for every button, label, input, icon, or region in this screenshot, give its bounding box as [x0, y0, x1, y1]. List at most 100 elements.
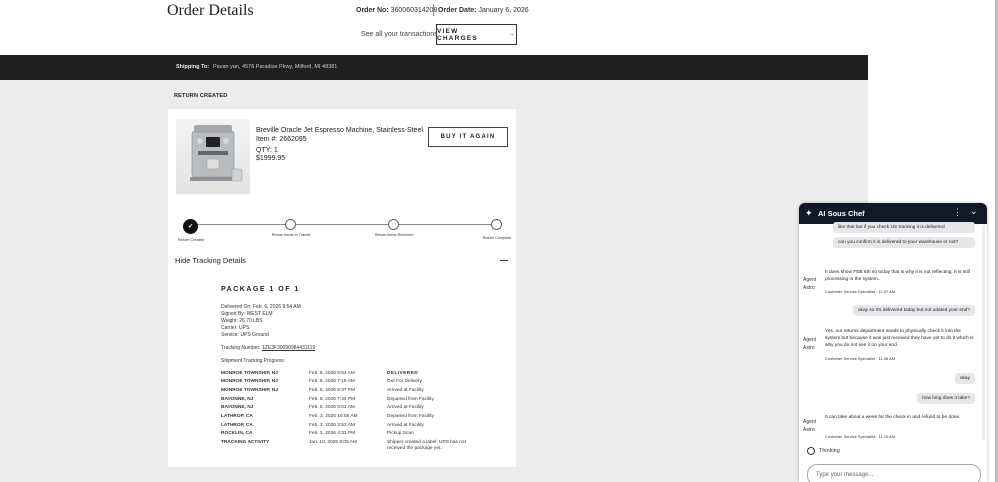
shipping-address: Pavan yan, 4576 Paradise Pkwy, Milford, … — [213, 64, 338, 70]
view-charges-label: VIEW CHARGES — [437, 27, 478, 42]
step-pending-dot — [491, 219, 502, 230]
event-time: Feb. 3, 2026 3:53 AM — [309, 423, 355, 428]
tracking-number-row: Tracking Number: 1ZE3F30090984431119 — [221, 345, 315, 351]
product-qty: QTY: 1 — [256, 147, 278, 154]
product-price: $1999.95 — [256, 155, 286, 162]
agent-message: Yes, our returns department needs to phy… — [825, 329, 974, 348]
chat-header: ✦ AI Sous Chef ⋮ ⌄ — [799, 203, 987, 224]
event-time: Feb. 5, 2026 8:37 PM — [309, 388, 356, 393]
collapse-minus-icon[interactable] — [500, 260, 508, 261]
chat-scrollbar[interactable] — [982, 225, 985, 440]
agent-message: It can take about a week for the check i… — [825, 415, 961, 420]
step-label-received: Return Items Received — [374, 233, 414, 237]
return-status-label: RETURN CREATED — [174, 93, 228, 99]
event-description: Shipper created a label, UPS has not rec… — [387, 440, 466, 451]
product-title[interactable]: Breville Oracle Jet Espresso Machine, St… — [256, 127, 426, 144]
order-date: Order Date: January 6, 2026 — [438, 7, 529, 14]
event-time: Feb. 3, 2026 10:58 AM — [309, 414, 358, 419]
step-done-check-icon: ✔ — [183, 219, 198, 234]
chat-widget: ✦ AI Sous Chef ⋮ ⌄ like that but if you … — [799, 203, 987, 482]
agent-meta: Customer Service Specialist · 11:08 AM — [825, 356, 896, 361]
agent-avatar: Agent Astro — [803, 419, 817, 433]
order-number: Order No: 360060314208 — [356, 7, 437, 14]
page-title: Order Details — [167, 2, 254, 19]
chat-message-input[interactable]: Type your message... — [807, 464, 981, 482]
hide-tracking-toggle[interactable]: Hide Tracking Details — [175, 256, 246, 265]
order-number-label: Order No: — [356, 7, 389, 14]
shipping-label: Shipping To: — [176, 64, 210, 70]
agent-avatar: Agent Astro — [803, 337, 817, 351]
event-location: Tracking Activity — [221, 440, 270, 445]
package-info: Delivered On: Feb. 6, 2026 9:54 AM Signe… — [221, 304, 301, 339]
event-location: BAYONNE, NJ — [221, 397, 254, 402]
event-description: Arrived at Facility — [387, 405, 424, 410]
event-description: Departed from Facility — [387, 397, 434, 402]
package-title: PACKAGE 1 OF 1 — [221, 286, 300, 293]
event-time: Feb. 6, 2026 9:54 AM — [309, 371, 355, 376]
user-message: can you confirm it is delivered to your … — [833, 237, 975, 248]
thinking-indicator: Thinking — [807, 447, 840, 455]
product-name[interactable]: Breville Oracle Jet Espresso Machine, St… — [256, 127, 426, 136]
event-description: Departed from Facility — [387, 414, 434, 419]
step-pending-dot — [285, 219, 296, 230]
event-location: LATHROP, CA — [221, 423, 253, 428]
user-message: like that but if you check US tracking i… — [833, 222, 975, 233]
step-pending-dot — [388, 219, 399, 230]
more-options-icon[interactable]: ⋮ — [953, 207, 962, 218]
event-time: Jan. 10, 2026 9:05 AM — [309, 440, 358, 445]
event-description: Arrived at Facility — [387, 423, 424, 428]
thinking-label: Thinking — [819, 448, 840, 454]
event-location: LATHROP, CA — [221, 414, 253, 419]
service: Service: UPS Ground — [221, 332, 269, 339]
product-qty-price: QTY: 1 $1999.95 — [256, 147, 285, 163]
tracking-number-link[interactable]: 1ZE3F30090984431119 — [262, 345, 315, 351]
event-location: MONROE TOWNSHIP, NJ — [221, 371, 278, 376]
return-card: Breville Oracle Jet Espresso Machine, St… — [168, 109, 516, 467]
see-all-transactions-text: See all your transactions — [361, 31, 438, 38]
event-location: BAYONNE, NJ — [221, 405, 254, 410]
signed-by: Signed By: WEST ELM — [221, 311, 273, 318]
event-time: Feb. 5, 2026 7:44 PM — [309, 397, 356, 402]
divider — [433, 4, 434, 16]
shipment-progress-label: Shipment Tracking Progress: — [221, 358, 286, 364]
event-description: Out For Delivery — [387, 379, 422, 384]
step-label-return-created: Return Created — [178, 238, 204, 242]
agent-meta: Customer Service Specialist · 11:10 AM — [825, 434, 896, 439]
user-message: okay so it's delivered today but not uda… — [852, 305, 975, 316]
order-number-value: 360060314208 — [390, 7, 438, 14]
event-time: Feb. 5, 2026 9:01 AM — [309, 405, 355, 410]
step-label-in-transit: Return Items In Transit — [271, 233, 311, 237]
minimize-chevron-icon[interactable]: ⌄ — [970, 206, 978, 217]
user-message: how long does it take? — [917, 393, 975, 404]
buy-again-button[interactable]: BUY IT AGAIN — [428, 127, 508, 147]
event-location: ROCKLIN, CA — [221, 431, 253, 436]
step-label-complete: Return Complete — [482, 236, 512, 240]
user-message: okay — [954, 373, 975, 384]
agent-avatar: Agent Astro — [803, 277, 817, 291]
tracking-number-label: Tracking Number: — [221, 345, 261, 351]
view-charges-button[interactable]: VIEW CHARGES → — [436, 24, 517, 45]
event-description: DELIVERED — [387, 371, 419, 376]
top-header: Order Details Order No: 360060314208 Ord… — [0, 0, 998, 55]
delivered-on: Delivered On: Feb. 6, 2026 9:54 AM — [221, 304, 301, 310]
event-location: MONROE TOWNSHIP, NJ — [221, 379, 278, 384]
thinking-icon — [807, 447, 815, 455]
shipping-bar: Shipping To: Pavan yan, 4576 Paradise Pk… — [0, 55, 868, 80]
event-description: Arrived at Facility — [387, 388, 424, 393]
event-description: Pickup Scan — [387, 431, 414, 436]
agent-meta: Customer Service Specialist · 11:07 AM — [825, 289, 896, 294]
event-time: Feb. 2, 2026 4:31 PM — [309, 431, 356, 436]
sparkle-icon: ✦ — [805, 208, 813, 218]
chat-title: AI Sous Chef — [818, 209, 865, 218]
espresso-machine-icon — [190, 125, 243, 182]
event-location: MONROE TOWNSHIP, NJ — [221, 388, 278, 393]
return-progress-line — [190, 224, 498, 225]
event-time: Feb. 6, 2026 7:18 AM — [309, 379, 355, 384]
product-image[interactable] — [176, 119, 250, 194]
weight: Weight: 26.70 LBS — [221, 318, 263, 325]
order-date-value: January 6, 2026 — [478, 7, 529, 14]
agent-message: It does show FEB 6th so today that is wh… — [825, 270, 970, 282]
chat-messages[interactable]: like that but if you check US tracking i… — [799, 222, 987, 452]
carrier: Carrier: UPS — [221, 325, 250, 332]
arrow-right-icon: → — [508, 31, 516, 38]
